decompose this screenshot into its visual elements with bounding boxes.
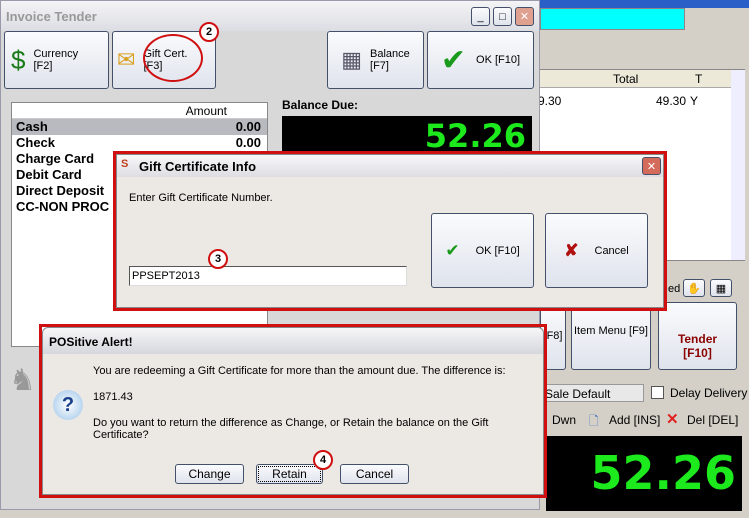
question-icon: ? [53, 390, 83, 420]
gift-ok-label: OK [F10] [475, 244, 520, 257]
alert-message-line1: You are redeeming a Gift Certificate for… [93, 365, 506, 377]
ok-label: OK [F10] [476, 54, 521, 66]
grid-header-total: Total [613, 72, 639, 86]
positive-alert-dialog: POSitive Alert! You are redeeming a Gift… [42, 327, 544, 495]
currency-button[interactable]: $ Currency [F2] [4, 31, 109, 89]
cyan-field[interactable] [540, 8, 685, 30]
alert-cancel-button[interactable]: Cancel [340, 464, 409, 484]
gift-cancel-label: Cancel [594, 244, 629, 257]
gift-cert-highlight-circle [143, 34, 203, 82]
gift-certificate-number-input[interactable] [129, 266, 407, 286]
balance-due-display: 52.26 [282, 116, 532, 156]
close-button[interactable]: ✕ [515, 7, 534, 26]
callout-4: 4 [313, 450, 333, 470]
amount-header: Amount [185, 104, 227, 118]
tender-key: [F10] [683, 346, 712, 360]
maximize-button[interactable]: □ [493, 7, 512, 26]
ok-button[interactable]: ✔ OK [F10] [427, 31, 534, 89]
add-document-icon: 🗋 [589, 414, 599, 428]
total-display: 52.26 [546, 436, 742, 511]
gift-cancel-button[interactable]: ✘ Cancel [545, 213, 648, 288]
grid-cell: 9.30 [538, 94, 562, 108]
app-logo-icon: S [121, 158, 129, 170]
retain-button[interactable]: Retain [256, 464, 323, 484]
gift-certificate-dialog: S Gift Certificate Info ✕ Enter Gift Cer… [116, 154, 664, 308]
minimize-button[interactable]: _ [471, 7, 490, 26]
alert-difference-amount: 1871.43 [93, 391, 133, 403]
grid-header-t: T [695, 72, 703, 86]
grid-cell-total: 49.30 [655, 94, 686, 108]
person-icon: ♞ [9, 364, 36, 397]
tender-button[interactable]: Tender [F10] [658, 302, 737, 370]
cash-register-icon: ▦ [341, 47, 363, 72]
background-titlebar [530, 0, 749, 8]
tender-row-check[interactable]: Check 0.00 [12, 135, 267, 151]
balance-label: Balance [F7] [370, 48, 410, 72]
money-bag-icon: $ [11, 44, 26, 75]
sale-default-value: Sale Default [545, 387, 611, 401]
add-button[interactable]: Add [INS] [609, 413, 660, 427]
callout-3: 3 [208, 249, 228, 269]
grid-cell-t: Y [690, 94, 699, 108]
dwn-button[interactable]: Dwn [552, 413, 576, 427]
delete-x-icon: ✕ [666, 411, 679, 428]
alert-message-line2: Do you want to return the difference as … [93, 417, 489, 441]
gift-envelope-icon: ✉ [117, 47, 136, 72]
hand-icon-button[interactable]: ✋ [683, 279, 705, 297]
delay-delivery-label: Delay Delivery [670, 386, 748, 400]
alert-title: POSitive Alert! [49, 335, 133, 349]
gift-prompt: Enter Gift Certificate Number. [129, 192, 273, 204]
currency-label: Currency [F2] [33, 48, 79, 72]
checkmark-icon: ✔ [445, 240, 460, 260]
gift-dialog-close-button[interactable]: ✕ [642, 157, 661, 175]
label-fragment: ed [668, 283, 681, 295]
cancel-x-icon: ✘ [564, 240, 579, 260]
callout-2: 2 [199, 22, 219, 42]
window-title: Invoice Tender [6, 9, 97, 24]
tender-row-cash[interactable]: Cash 0.00 [12, 119, 267, 135]
calendar-icon-button[interactable]: ▦ [710, 279, 732, 297]
tender-label: Tender [677, 332, 718, 346]
title-bar: Invoice Tender _ □ ✕ [1, 1, 539, 31]
balance-button[interactable]: ▦ Balance [F7] [327, 31, 424, 89]
del-button[interactable]: Del [DEL] [687, 413, 738, 427]
checkmark-icon: ✔ [440, 43, 467, 77]
delay-delivery-checkbox[interactable] [651, 386, 664, 399]
gift-dialog-title: Gift Certificate Info [139, 159, 257, 174]
gift-ok-button[interactable]: ✔ OK [F10] [431, 213, 534, 288]
change-button[interactable]: Change [175, 464, 244, 484]
grid-scrollbar[interactable] [731, 70, 745, 260]
sale-default-select[interactable]: Sale Default [540, 384, 644, 402]
item-menu-button[interactable]: Item Menu [F9] [571, 302, 651, 370]
balance-due-label: Balance Due: [282, 98, 359, 112]
